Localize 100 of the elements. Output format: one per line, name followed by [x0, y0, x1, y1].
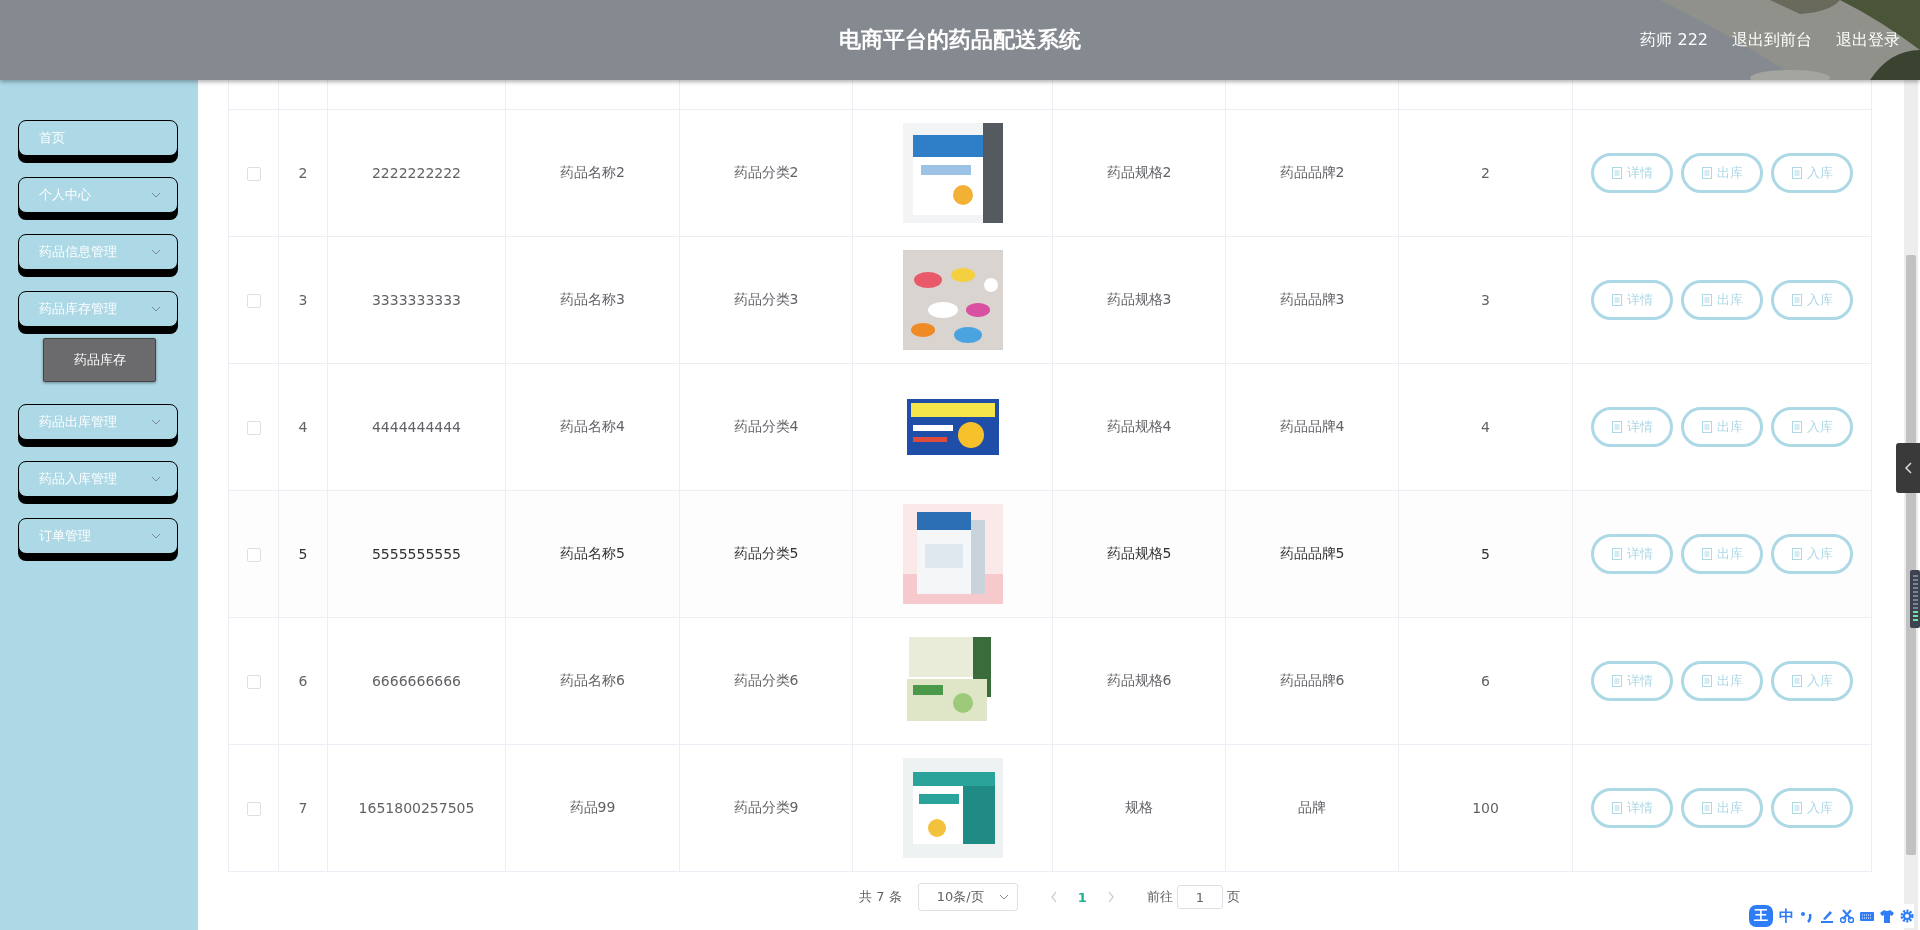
brand-cell: 药品品牌5	[1279, 545, 1345, 563]
code-cell: 3333333333	[371, 292, 462, 308]
action-button[interactable]: 入库	[1771, 661, 1853, 701]
scissors-icon[interactable]	[1840, 909, 1854, 923]
page-number[interactable]: 1	[1069, 889, 1095, 905]
document-icon	[1791, 167, 1802, 179]
row-index: 7	[298, 800, 308, 816]
pen-icon[interactable]	[1820, 909, 1834, 923]
punctuation-icon[interactable]	[1800, 909, 1814, 923]
chevron-down-icon	[151, 533, 161, 539]
action-button[interactable]: 出库	[1681, 534, 1763, 574]
row-checkbox[interactable]	[246, 294, 261, 308]
name-cell: 药品名称2	[560, 164, 625, 182]
action-button[interactable]: 详情	[1591, 534, 1673, 574]
row-index: 5	[298, 546, 308, 562]
action-button[interactable]: 入库	[1771, 788, 1853, 828]
chevron-down-icon	[151, 192, 161, 198]
shirt-icon[interactable]	[1880, 909, 1894, 923]
document-icon	[1791, 421, 1802, 433]
row-index: 2	[298, 165, 308, 181]
keyboard-icon[interactable]	[1860, 909, 1874, 923]
settings-icon[interactable]	[1900, 909, 1914, 923]
total-count: 共 7 条	[859, 888, 902, 906]
sidebar-submenu-item[interactable]: 药品库存	[43, 338, 156, 382]
brand-cell: 药品品牌4	[1279, 418, 1345, 436]
app-title: 电商平台的药品配送系统	[839, 26, 1081, 54]
row-checkbox[interactable]	[246, 421, 261, 435]
document-icon	[1701, 167, 1712, 179]
document-icon	[1611, 675, 1622, 687]
row-index: 4	[298, 419, 308, 435]
document-icon	[1701, 548, 1712, 560]
code-cell: 6666666666	[371, 673, 462, 689]
ime-logo[interactable]: 王	[1749, 905, 1773, 927]
spec-cell: 药品规格6	[1106, 672, 1172, 690]
goto-label: 前往	[1146, 888, 1173, 906]
chevron-down-icon	[151, 476, 161, 482]
code-cell: 2222222222	[371, 165, 462, 181]
meter-widget-icon	[1910, 570, 1920, 628]
action-button[interactable]: 出库	[1681, 407, 1763, 447]
page-size-select[interactable]: 10条/页	[917, 883, 1018, 911]
spec-cell: 药品规格2	[1106, 164, 1172, 182]
category-cell: 药品分类9	[733, 799, 799, 817]
chevron-down-icon	[998, 894, 1009, 900]
document-icon	[1791, 802, 1802, 814]
header-link[interactable]: 退出到前台	[1732, 29, 1812, 51]
goto-page-field[interactable]: 1	[1176, 885, 1223, 909]
quantity-cell: 5	[1481, 546, 1490, 562]
action-button[interactable]: 出库	[1681, 661, 1763, 701]
category-cell: 药品分类2	[733, 164, 799, 182]
row-index: 3	[298, 292, 308, 308]
document-icon	[1701, 294, 1712, 306]
category-cell: 药品分类3	[733, 291, 799, 309]
document-icon	[1611, 167, 1622, 179]
code-cell: 1651800257505	[358, 800, 475, 816]
ime-mode[interactable]: 中	[1779, 906, 1794, 926]
header-link[interactable]: 退出登录	[1836, 29, 1900, 51]
name-cell: 药品99	[569, 799, 616, 817]
quantity-cell: 6	[1481, 673, 1490, 689]
action-button[interactable]: 详情	[1591, 153, 1673, 193]
code-cell: 4444444444	[371, 419, 462, 435]
document-icon	[1611, 548, 1622, 560]
quantity-cell: 3	[1481, 292, 1490, 308]
name-cell: 药品名称3	[560, 291, 625, 309]
document-icon	[1611, 802, 1622, 814]
document-icon	[1611, 294, 1622, 306]
action-button[interactable]: 出库	[1681, 153, 1763, 193]
action-button[interactable]: 出库	[1681, 788, 1763, 828]
code-cell: 5555555555	[371, 546, 462, 562]
spec-cell: 药品规格5	[1106, 545, 1172, 563]
action-button[interactable]: 详情	[1591, 661, 1673, 701]
document-icon	[1791, 675, 1802, 687]
header-link[interactable]: 药师 222	[1640, 29, 1708, 51]
row-checkbox[interactable]	[246, 548, 261, 562]
action-button[interactable]: 详情	[1591, 788, 1673, 828]
side-panel-toggle[interactable]	[1896, 443, 1920, 493]
action-button[interactable]: 入库	[1771, 407, 1853, 447]
row-checkbox[interactable]	[246, 802, 261, 816]
category-cell: 药品分类4	[733, 418, 799, 436]
action-button[interactable]: 出库	[1681, 280, 1763, 320]
action-button[interactable]: 详情	[1591, 280, 1673, 320]
document-icon	[1701, 421, 1712, 433]
chevron-left-icon[interactable]	[1905, 462, 1912, 474]
brand-cell: 药品品牌2	[1279, 164, 1345, 182]
row-checkbox[interactable]	[246, 167, 261, 181]
quantity-cell: 2	[1481, 165, 1490, 181]
category-cell: 药品分类6	[733, 672, 799, 690]
spec-cell: 规格	[1125, 799, 1153, 817]
action-button[interactable]: 详情	[1591, 407, 1673, 447]
row-checkbox[interactable]	[246, 675, 261, 689]
document-icon	[1701, 675, 1712, 687]
chevron-down-icon	[151, 419, 161, 425]
action-button[interactable]: 入库	[1771, 280, 1853, 320]
brand-cell: 药品品牌6	[1279, 672, 1345, 690]
category-cell: 药品分类5	[733, 545, 799, 563]
action-button[interactable]: 入库	[1771, 534, 1853, 574]
spec-cell: 药品规格4	[1106, 418, 1172, 436]
document-icon	[1611, 421, 1622, 433]
document-icon	[1701, 802, 1712, 814]
spec-cell: 药品规格3	[1106, 291, 1172, 309]
action-button[interactable]: 入库	[1771, 153, 1853, 193]
